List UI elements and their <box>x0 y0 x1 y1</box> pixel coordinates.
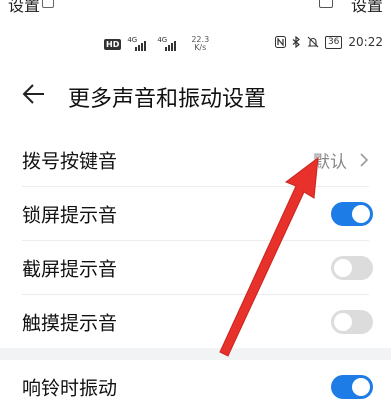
screenshot-sound-toggle[interactable] <box>331 256 373 280</box>
toggle-knob <box>334 313 352 331</box>
section-gap <box>0 348 391 360</box>
setting-row-touch-sound[interactable]: 触摸提示音 <box>0 295 391 349</box>
status-right-group: 36 20:22 <box>274 35 383 49</box>
setting-label: 截屏提示音 <box>22 258 118 281</box>
speed-unit: K/s <box>194 43 207 52</box>
toggle-knob <box>352 378 370 396</box>
battery-icon: 36 <box>324 35 343 49</box>
setting-label: 锁屏提示音 <box>22 204 118 227</box>
mute-bell-icon <box>307 36 319 48</box>
cropped-top-strip: 设置 设置 <box>0 0 391 14</box>
touch-sound-toggle[interactable] <box>331 310 373 334</box>
setting-row-lock-sound[interactable]: 锁屏提示音 <box>0 187 391 241</box>
toggle-knob <box>352 205 370 223</box>
page-header: 更多声音和振动设置 <box>0 68 391 120</box>
toggle-knob <box>334 259 352 277</box>
nfc-icon <box>274 36 286 48</box>
network-speed: 22.3 K/s <box>191 36 209 52</box>
vibrate-on-ring-toggle[interactable] <box>331 375 373 399</box>
signal-icon-2: 4G <box>157 37 181 51</box>
bluetooth-icon <box>292 35 300 48</box>
setting-value: 默认 <box>313 152 347 173</box>
hd-badge: HD <box>104 38 122 50</box>
page-title: 更多声音和振动设置 <box>68 87 267 112</box>
setting-label: 拨号按键音 <box>22 150 118 173</box>
setting-row-vibrate-on-ring[interactable]: 响铃时振动 <box>0 360 391 414</box>
cropped-top-right-text: 设置 <box>350 0 383 14</box>
lock-sound-toggle[interactable] <box>331 202 373 226</box>
setting-row-dial-tone[interactable]: 拨号按键音 默认 <box>0 133 391 187</box>
clock: 20:22 <box>348 35 383 49</box>
setting-row-screenshot-sound[interactable]: 截屏提示音 <box>0 241 391 295</box>
back-arrow-icon[interactable] <box>20 80 48 108</box>
status-left-group: HD 4G 4G 22.3 K/s <box>104 36 209 52</box>
setting-label: 触摸提示音 <box>22 312 118 335</box>
setting-label: 响铃时振动 <box>22 377 118 400</box>
cropped-settings-icon <box>42 0 54 8</box>
cropped-box-icon <box>319 0 333 8</box>
signal-icon-1: 4G <box>127 37 151 51</box>
status-bar: HD 4G 4G 22.3 K/s 36 20:22 <box>0 30 391 60</box>
cropped-top-text: 设置 <box>8 0 41 14</box>
chevron-right-icon <box>360 153 369 167</box>
